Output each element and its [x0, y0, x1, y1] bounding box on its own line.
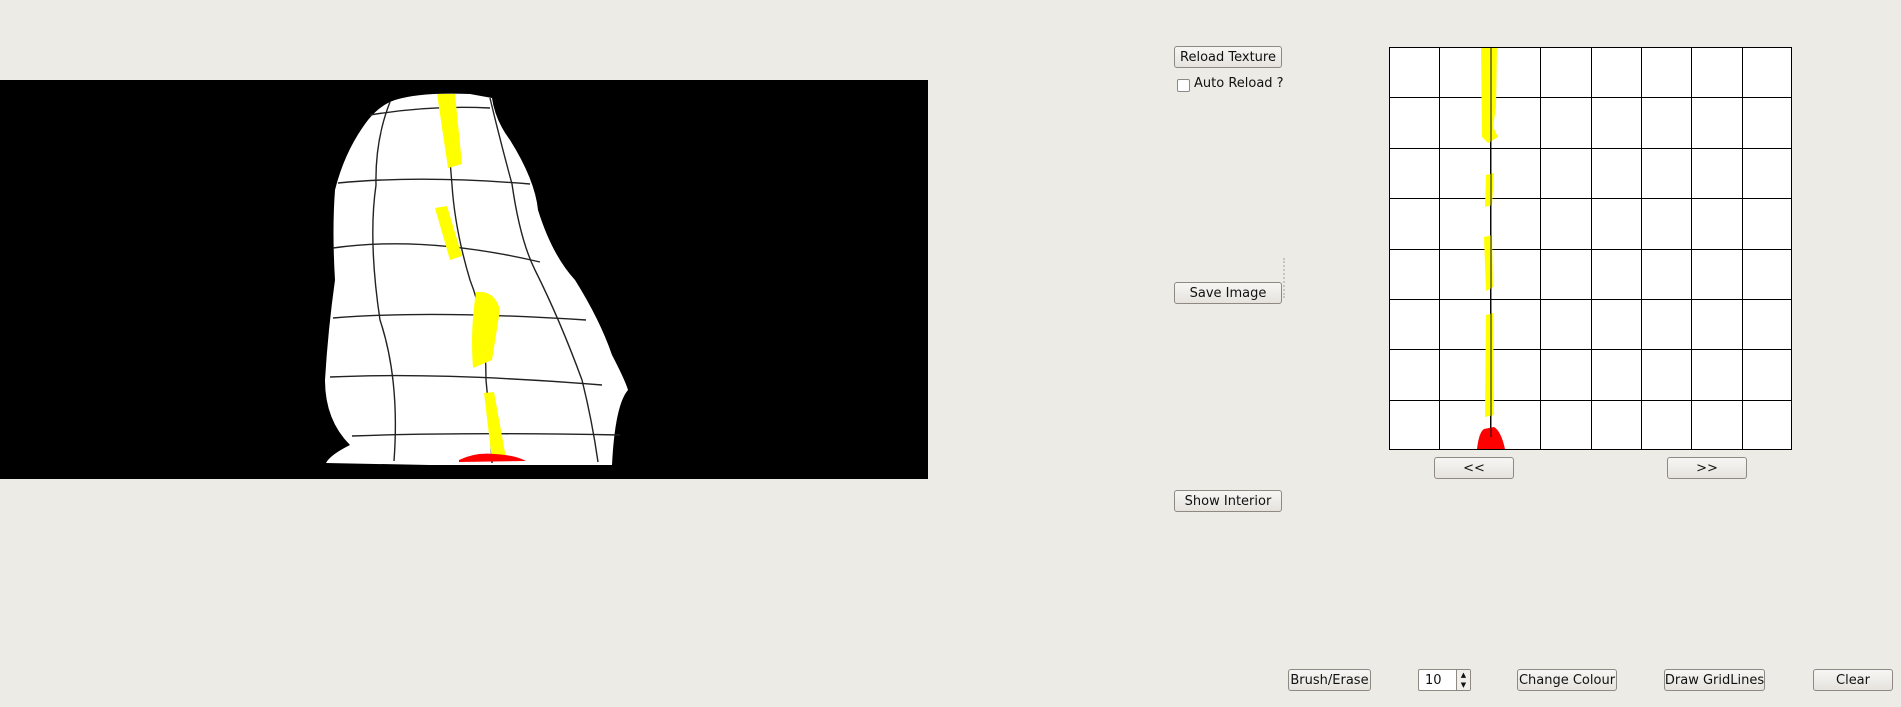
save-image-button[interactable]: Save Image [1174, 282, 1282, 304]
grid-lines [1389, 47, 1792, 450]
splitter-grip[interactable] [1283, 258, 1288, 298]
previous-button[interactable]: << [1434, 457, 1514, 479]
texture-grid [1389, 47, 1792, 450]
3d-viewport[interactable] [0, 80, 928, 479]
next-button[interactable]: >> [1667, 457, 1747, 479]
auto-reload-label: Auto Reload ? [1194, 76, 1284, 91]
clear-button[interactable]: Clear [1813, 669, 1893, 691]
brush-size-spinbox[interactable]: 10 ▲ ▼ [1418, 669, 1471, 691]
texture-yellow-strokes [1481, 47, 1498, 417]
reload-texture-button[interactable]: Reload Texture [1174, 46, 1282, 68]
brush-erase-button[interactable]: Brush/Erase [1288, 669, 1371, 691]
mesh-surface [325, 93, 628, 465]
texture-canvas[interactable] [1389, 47, 1792, 450]
draw-gridlines-button[interactable]: Draw GridLines [1664, 669, 1765, 691]
down-arrow-icon[interactable]: ▼ [1456, 680, 1470, 690]
show-interior-button[interactable]: Show Interior [1174, 490, 1282, 512]
brush-size-value: 10 [1425, 673, 1442, 688]
mesh-render [325, 93, 628, 465]
texture-border [1389, 47, 1792, 450]
auto-reload-checkbox[interactable] [1177, 79, 1190, 92]
change-colour-button[interactable]: Change Colour [1517, 669, 1617, 691]
